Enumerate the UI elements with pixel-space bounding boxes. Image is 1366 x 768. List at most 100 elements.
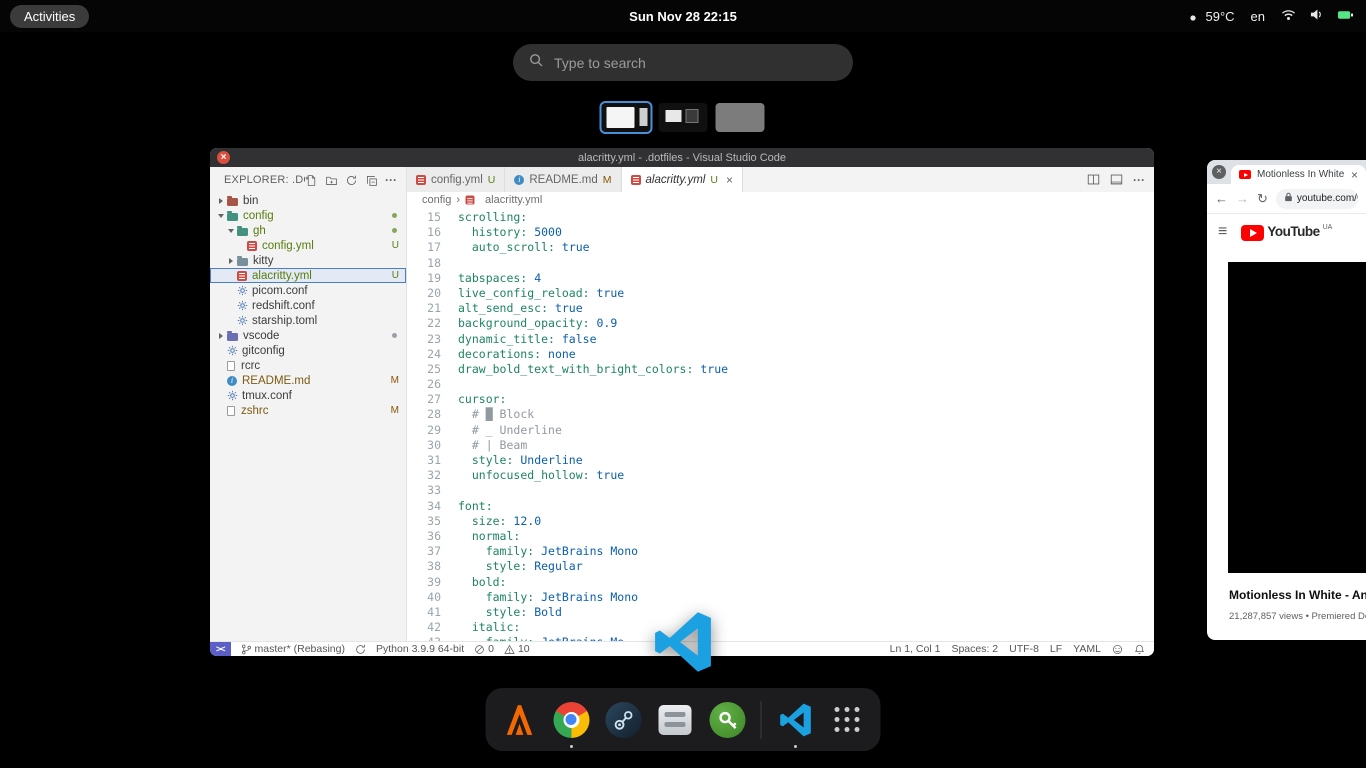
more-actions-icon[interactable]: ··· (1133, 174, 1145, 186)
editor-tab-README.md[interactable]: iREADME.mdM (505, 167, 621, 192)
line-number: 29 (407, 423, 441, 438)
editor-tab-alacritty.yml[interactable]: alacritty.ymlU× (622, 167, 743, 192)
tree-item-zshrc[interactable]: zshrcM (210, 403, 406, 418)
workspace-thumbnail-2[interactable] (659, 103, 708, 132)
tree-item-starship.toml[interactable]: starship.toml (210, 313, 406, 328)
editor-tab-config.yml[interactable]: config.ymlU (407, 167, 505, 192)
line-number: 36 (407, 529, 441, 544)
dock-item-alacritty[interactable] (499, 699, 540, 740)
menu-icon[interactable]: ≡ (1218, 223, 1227, 241)
video-meta: 21,287,857 views • Premiered Dec... (1229, 611, 1366, 622)
folder-icon (237, 258, 248, 266)
search-input[interactable] (554, 55, 814, 71)
tree-item-vscode[interactable]: vscode (210, 328, 406, 343)
status-feedback-icon[interactable] (1112, 644, 1123, 655)
split-editor-icon[interactable] (1087, 173, 1100, 186)
workspace-thumbnail-3[interactable] (716, 103, 765, 132)
more-actions-icon[interactable]: ··· (385, 174, 397, 186)
new-file-icon[interactable] (305, 174, 318, 187)
alacritty-icon (502, 703, 536, 737)
status-python-version[interactable]: Python 3.9.9 64-bit (376, 643, 464, 655)
toggle-layout-icon[interactable] (1110, 173, 1123, 186)
search-bar[interactable] (513, 44, 853, 81)
tab-title: Motionless In White (1257, 169, 1345, 180)
tree-item-picom.conf[interactable]: picom.conf (210, 283, 406, 298)
youtube-logo[interactable]: YouTube UA (1241, 224, 1332, 241)
vscode-app-badge-icon (652, 611, 714, 673)
status-git-branch[interactable]: master* (Rebasing) (241, 643, 345, 655)
clock[interactable]: Sun Nov 28 22:15 (629, 9, 737, 24)
breadcrumb-file[interactable]: alacritty.yml (485, 194, 542, 206)
status-indentation[interactable]: Spaces: 2 (951, 643, 998, 655)
status-problems-errors[interactable]: 0 (474, 643, 494, 655)
vscode-titlebar[interactable]: × alacritty.yml - .dotfiles - Visual Stu… (210, 148, 1154, 167)
chrome-window[interactable]: × Motionless In White × ← → ↻ youtube.co… (1207, 160, 1366, 640)
activities-button[interactable]: Activities (10, 5, 89, 28)
tree-item-tmux.conf[interactable]: tmux.conf (210, 388, 406, 403)
breadcrumb[interactable]: config › alacritty.yml (407, 192, 1154, 208)
status-eol[interactable]: LF (1050, 643, 1062, 655)
tree-item-rcrc[interactable]: rcrc (210, 358, 406, 373)
vscode-window[interactable]: × alacritty.yml - .dotfiles - Visual Stu… (210, 148, 1154, 656)
window-close-button[interactable]: × (217, 151, 230, 164)
browser-tab[interactable]: Motionless In White × (1231, 165, 1366, 184)
code-line: draw_bold_text_with_bright_colors: true (458, 362, 728, 377)
vscode-icon (778, 703, 812, 737)
status-sync[interactable] (355, 644, 366, 655)
tree-item-config[interactable]: config (210, 208, 406, 223)
forward-icon[interactable]: → (1236, 191, 1249, 206)
tree-item-redshift.conf[interactable]: redshift.conf (210, 298, 406, 313)
tree-item-gh[interactable]: gh (210, 223, 406, 238)
tree-item-config.yml[interactable]: config.yml U (210, 238, 406, 253)
tree-item-bin[interactable]: bin (210, 193, 406, 208)
tree-item-README.md[interactable]: iREADME.mdM (210, 373, 406, 388)
dock-item-steam[interactable] (603, 699, 644, 740)
youtube-header: ≡ YouTube UA (1207, 214, 1366, 250)
line-number: 19 (407, 271, 441, 286)
dock-item-chrome[interactable] (551, 699, 592, 740)
refresh-explorer-icon[interactable] (345, 174, 358, 187)
chrome-icon (553, 702, 589, 738)
status-problems-warnings[interactable]: 10 (504, 643, 530, 655)
line-number: 38 (407, 559, 441, 574)
new-folder-icon[interactable] (325, 174, 338, 187)
system-status-area[interactable] (1281, 8, 1354, 24)
tree-item-label: config.yml (262, 240, 314, 252)
editor-code-area[interactable]: 15scrolling:16 history: 500017 auto_scro… (407, 208, 1154, 641)
git-status-badge: M (391, 375, 399, 386)
reload-icon[interactable]: ↻ (1257, 191, 1268, 207)
code-line: dynamic_title: false (458, 332, 597, 347)
code-line: size: 12.0 (458, 514, 541, 529)
keyboard-layout-indicator[interactable]: en (1251, 9, 1265, 24)
sync-icon (355, 644, 366, 655)
git-status-badge: U (392, 240, 399, 251)
tree-item-alacritty.yml[interactable]: alacritty.ymlU (210, 268, 406, 283)
dock-item-files[interactable] (655, 699, 696, 740)
back-icon[interactable]: ← (1215, 191, 1228, 206)
tree-item-kitty[interactable]: kitty (210, 253, 406, 268)
dock-item-vscode[interactable] (775, 699, 816, 740)
video-player[interactable] (1228, 262, 1366, 573)
window-close-button[interactable]: × (1212, 165, 1226, 179)
address-bar[interactable]: youtube.com/wa (1276, 189, 1358, 209)
line-number: 22 (407, 316, 441, 331)
line-number: 27 (407, 392, 441, 407)
status-language-mode[interactable]: YAML (1073, 643, 1101, 655)
status-encoding[interactable]: UTF-8 (1009, 643, 1039, 655)
collapse-folders-icon[interactable] (365, 174, 378, 187)
dock-item-show-apps[interactable] (827, 699, 868, 740)
workspace-thumbnail-1[interactable] (602, 103, 651, 132)
temperature-indicator: 59°C (1186, 7, 1234, 25)
tab-close-icon[interactable]: × (1351, 168, 1358, 182)
tree-item-label: starship.toml (252, 315, 317, 327)
breadcrumb-folder[interactable]: config (422, 194, 451, 206)
status-notifications-icon[interactable] (1134, 644, 1145, 655)
tab-close-icon[interactable]: × (726, 173, 733, 187)
status-cursor-position[interactable]: Ln 1, Col 1 (890, 643, 941, 655)
mini-window (666, 110, 682, 122)
dock-item-keepassxc[interactable] (707, 699, 748, 740)
yaml-file-icon (247, 241, 257, 251)
chevron-placeholder (236, 241, 245, 250)
remote-indicator[interactable]: >< (210, 642, 231, 656)
tree-item-gitconfig[interactable]: gitconfig (210, 343, 406, 358)
